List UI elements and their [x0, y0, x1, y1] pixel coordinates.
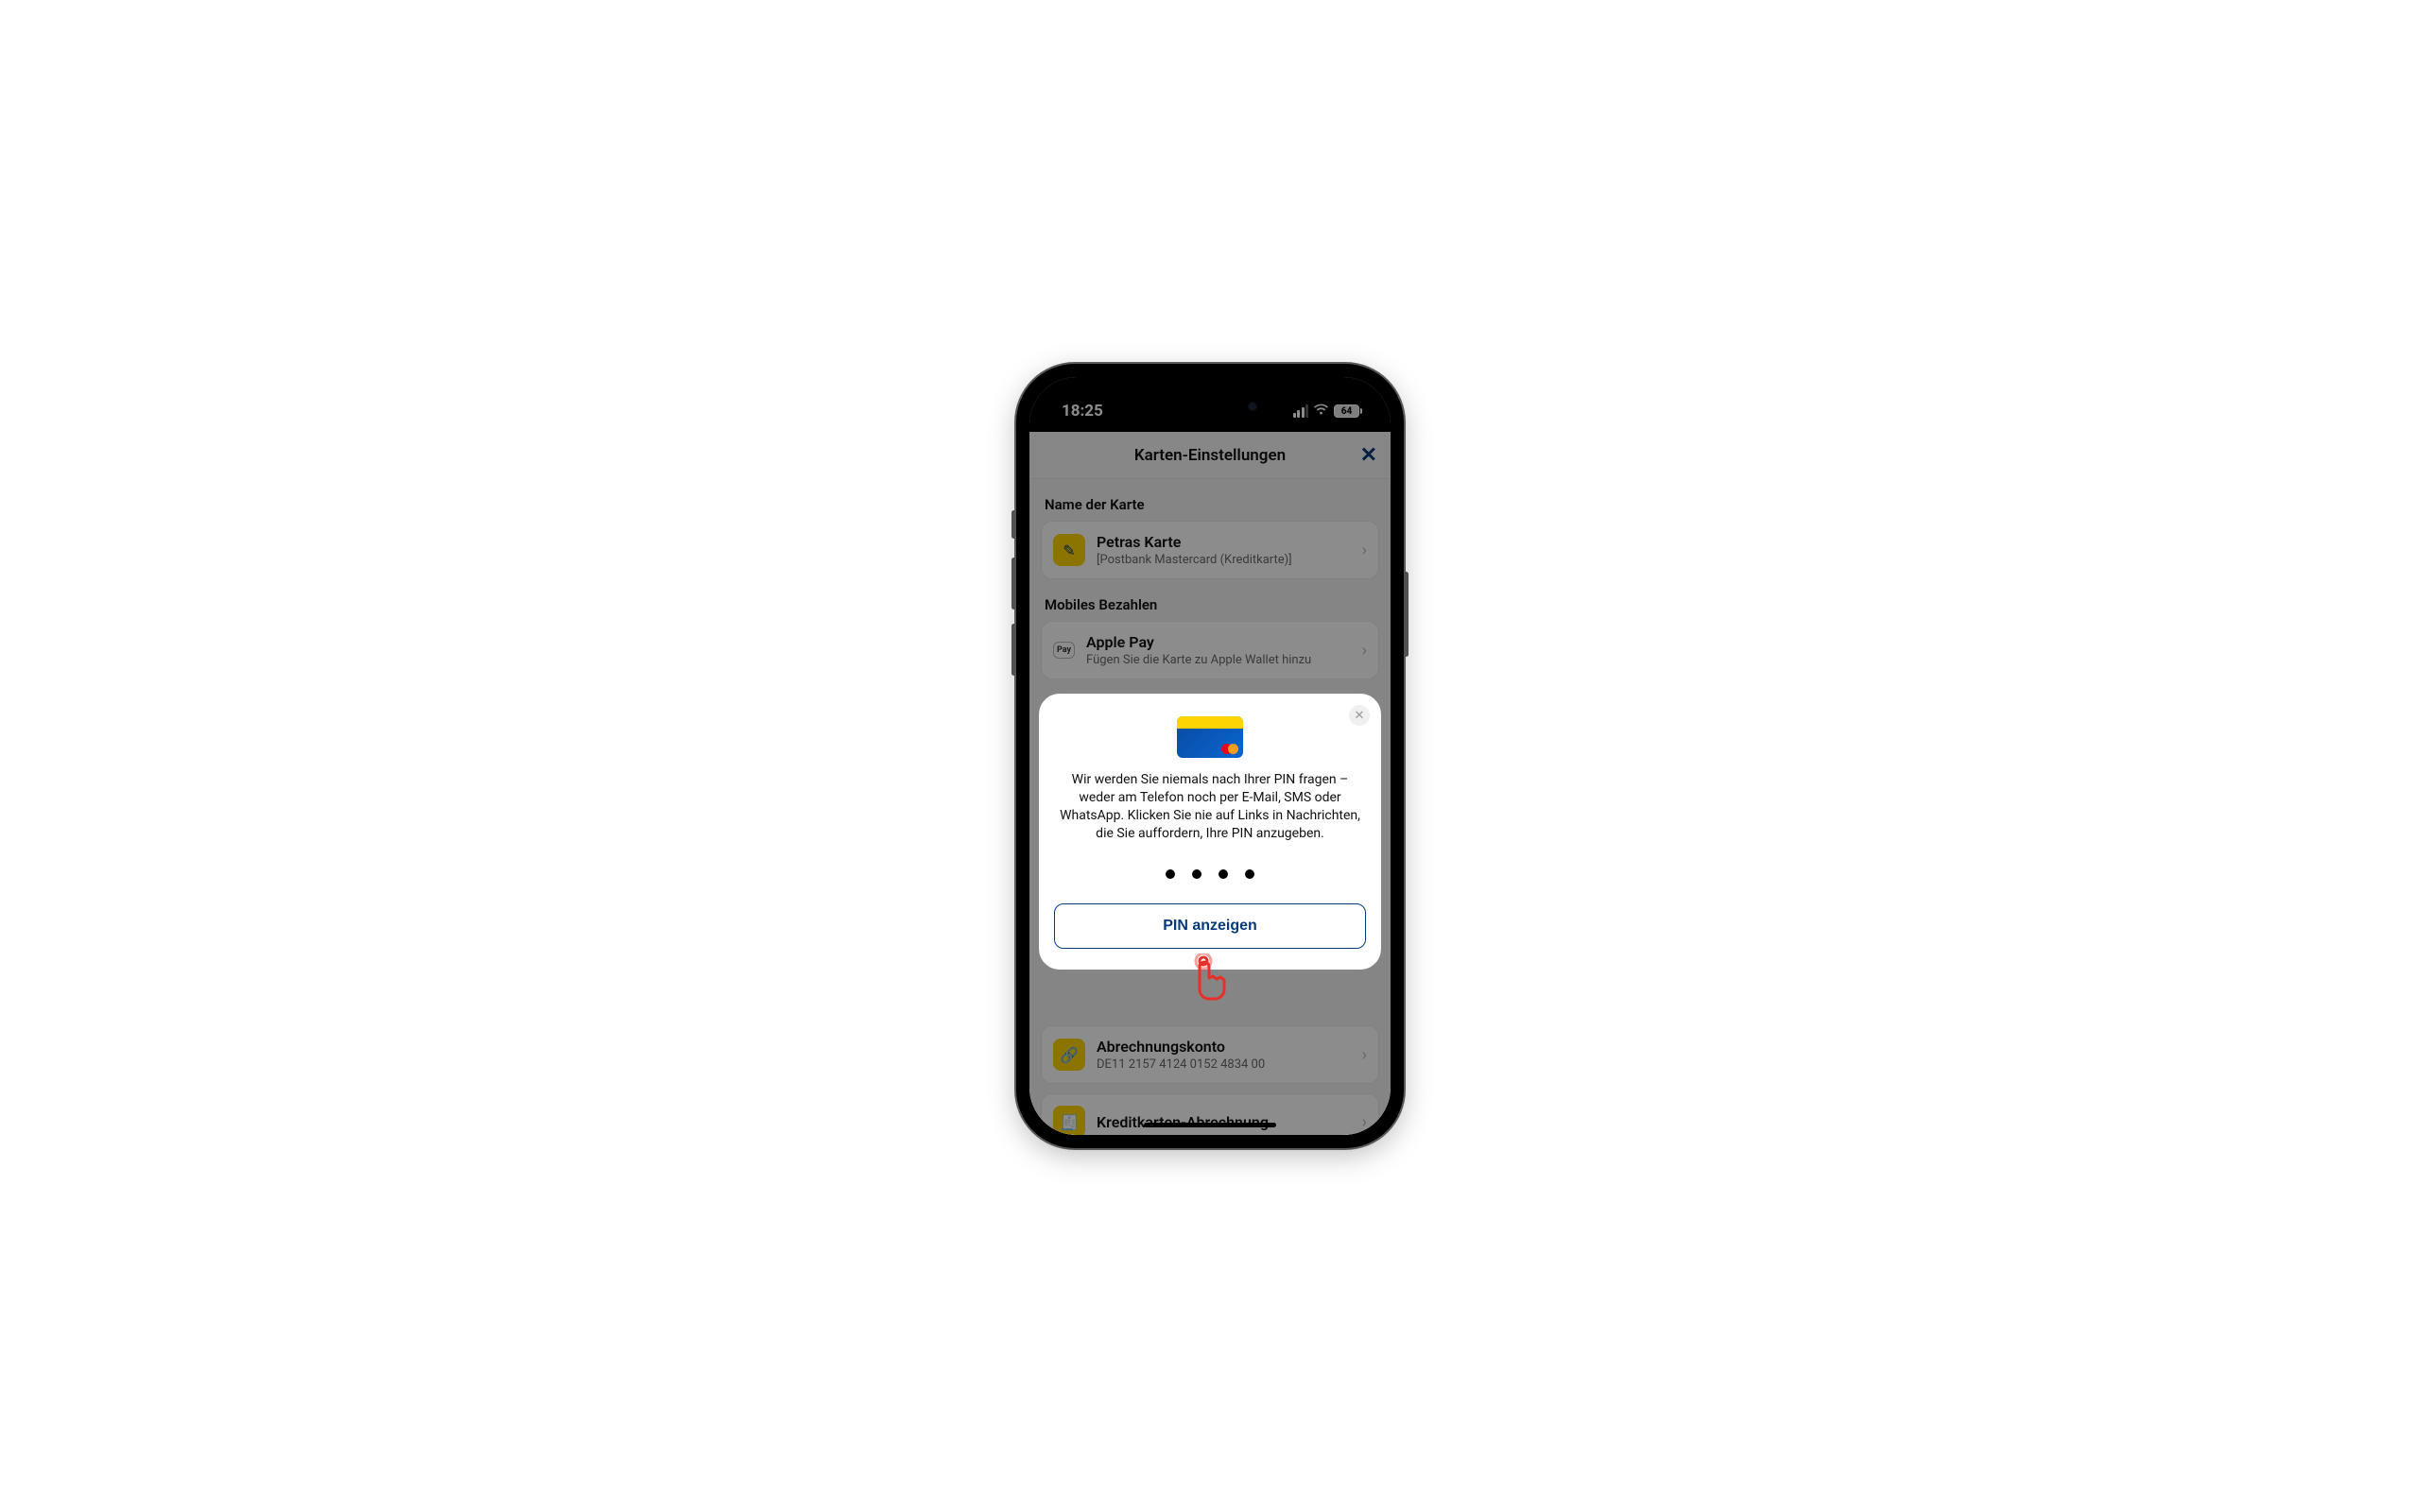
credit-card-icon [1177, 716, 1243, 758]
pin-dots [1054, 869, 1366, 879]
mute-switch [1011, 510, 1016, 539]
volume-down-button [1011, 624, 1016, 676]
show-pin-button[interactable]: PIN anzeigen [1054, 903, 1366, 949]
modal-close-icon[interactable]: ✕ [1349, 705, 1370, 726]
pin-dot [1219, 869, 1228, 879]
phone-screen: 18:25 64 Karten-Einstellungen ✕ Name der… [1029, 377, 1391, 1135]
pin-dot [1166, 869, 1175, 879]
power-button [1404, 572, 1409, 657]
modal-warning-text: Wir werden Sie niemals nach Ihrer PIN fr… [1054, 771, 1366, 843]
pin-modal: ✕ Wir werden Sie niemals nach Ihrer PIN … [1039, 694, 1381, 970]
phone-frame: 18:25 64 Karten-Einstellungen ✕ Name der… [1016, 364, 1404, 1148]
home-indicator[interactable] [1144, 1123, 1276, 1127]
pin-dot [1245, 869, 1254, 879]
volume-up-button [1011, 558, 1016, 610]
pin-dot [1192, 869, 1201, 879]
